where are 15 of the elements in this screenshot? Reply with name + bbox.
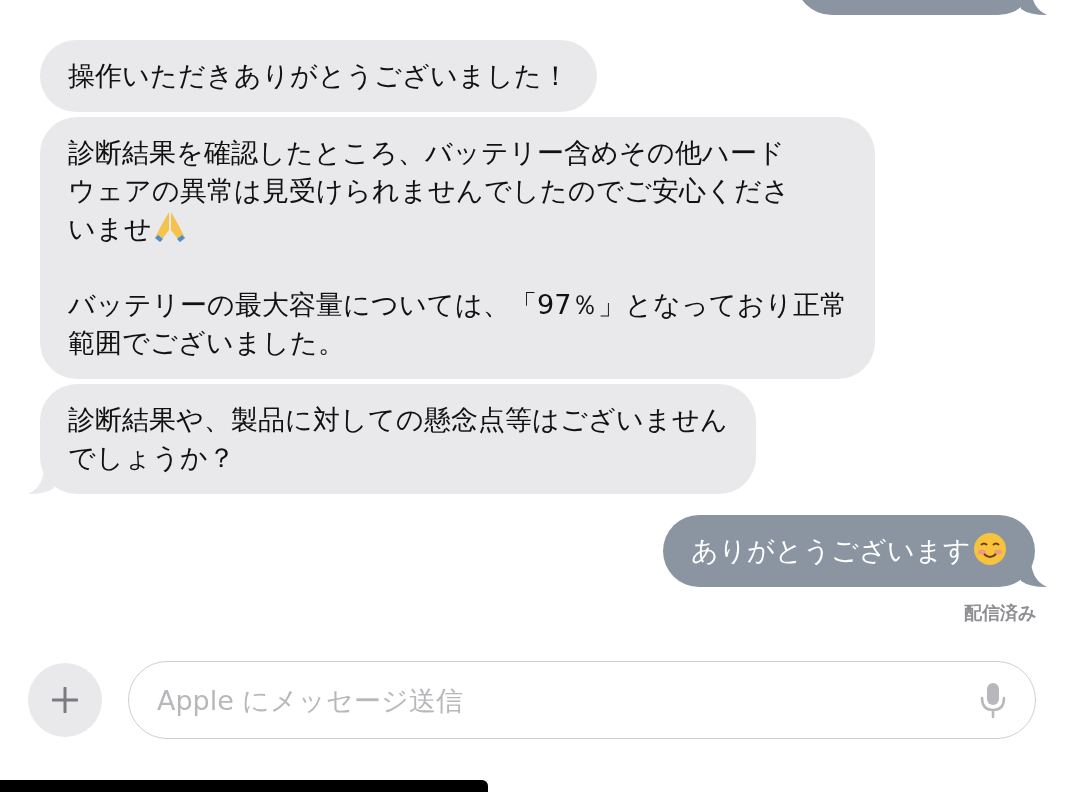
delivery-status: 配信済み bbox=[964, 601, 1036, 625]
microphone-icon[interactable] bbox=[980, 682, 1006, 718]
message-field[interactable]: Apple にメッセージ送信 bbox=[128, 661, 1036, 739]
message-text: ありがとうございます bbox=[691, 535, 971, 566]
message-text: いませ bbox=[68, 213, 152, 244]
message-text: バッテリーの最大容量については、「97％」となっており正常 bbox=[68, 289, 848, 320]
praying-hands-icon bbox=[152, 210, 188, 244]
message-text: 診断結果を確認したところ、バッテリー含めその他ハード bbox=[68, 137, 785, 168]
message-text: 操作いただきありがとうございました！ bbox=[68, 60, 569, 91]
message-text: 範囲でございました。 bbox=[68, 327, 345, 358]
message-text: ウェアの異常は見受けられませんでしたのでご安心くださ bbox=[68, 175, 790, 206]
message-text: 診断結果や、製品に対しての懸念点等はございません bbox=[68, 404, 728, 435]
plus-icon bbox=[52, 687, 78, 713]
smiling-face-icon bbox=[973, 532, 1007, 566]
message-text: でしょうか？ bbox=[68, 442, 235, 473]
